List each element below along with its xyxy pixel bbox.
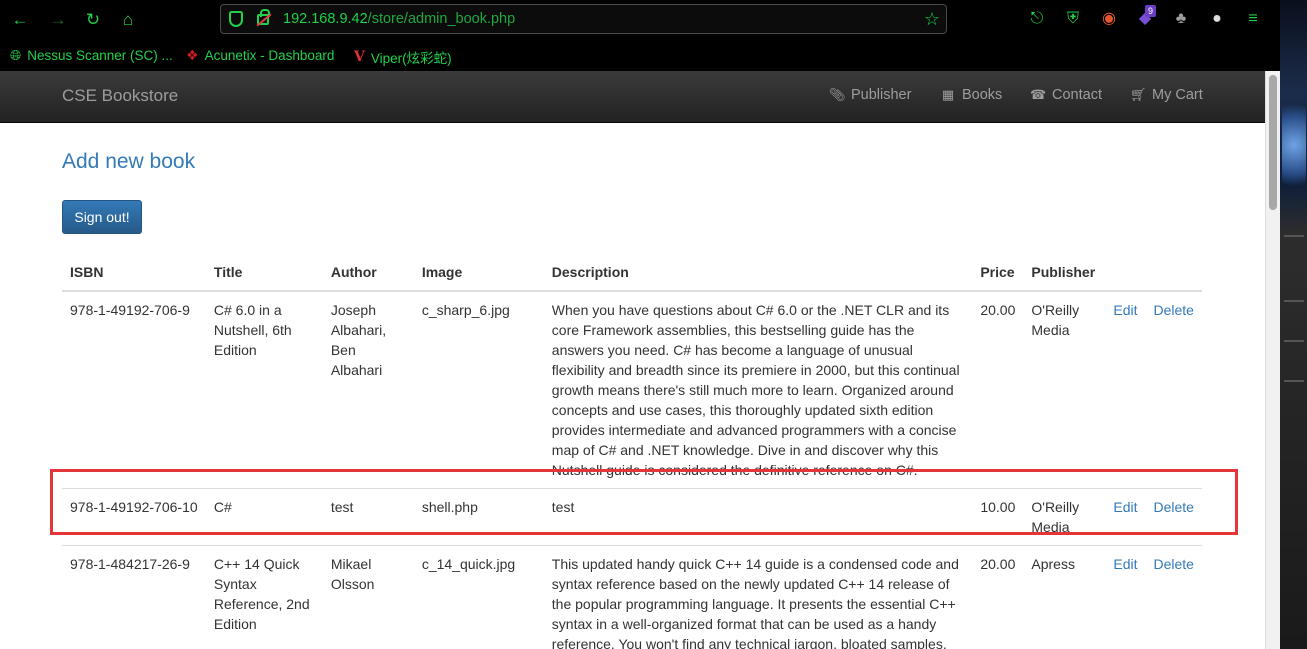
edit-link[interactable]: Edit [1113, 556, 1137, 572]
bookmark-label: Acunetix - Dashboard [204, 48, 335, 63]
phone-icon: ☎ [1030, 87, 1047, 102]
header-title: Title [205, 253, 323, 292]
signout-button[interactable]: Sign out! [62, 200, 142, 234]
bookmark-nessus[interactable]: 🌐︎ Nessus Scanner (SC) ... [10, 47, 173, 64]
url-path: /store/admin_book.php [367, 11, 516, 27]
books-table: ISBN Title Author Image Description Pric… [62, 253, 1202, 649]
shield-check-icon[interactable]: ⛨ [1061, 7, 1085, 31]
cell-price: 20.00 [972, 545, 1024, 649]
page-scrollbar[interactable] [1265, 71, 1280, 649]
cell-description: This updated handy quick C++ 14 guide is… [543, 545, 973, 649]
bookmark-star-icon[interactable]: ☆ [924, 8, 940, 30]
header-image: Image [413, 253, 544, 292]
acunetix-icon: ❖ [186, 47, 199, 63]
table-header-row: ISBN Title Author Image Description Pric… [62, 253, 1202, 292]
header-isbn: ISBN [62, 253, 206, 292]
cell-title: C# [205, 488, 323, 546]
scrollbar-thumb[interactable] [1269, 75, 1277, 210]
header-price: Price [972, 253, 1024, 292]
nav-label: My Cart [1152, 87, 1203, 103]
cell-author: Mikael Olsson [322, 545, 414, 649]
nav-contact[interactable]: ☎ Contact [1030, 87, 1102, 103]
edit-link[interactable]: Edit [1113, 302, 1137, 318]
cell-publisher: Apress [1023, 545, 1106, 649]
cart-icon: 🛒︎ [1130, 87, 1147, 102]
header-author: Author [322, 253, 414, 292]
header-publisher: Publisher [1023, 253, 1106, 292]
nav-cart[interactable]: 🛒︎ My Cart [1130, 87, 1203, 103]
home-icon[interactable]: ⌂ [116, 8, 140, 32]
fox-extension-icon[interactable]: ◉ [1097, 7, 1121, 31]
delete-link[interactable]: Delete [1153, 302, 1193, 318]
nav-label: Contact [1052, 87, 1102, 103]
desktop-divider [1284, 340, 1304, 342]
bookmarks-bar: 🌐︎ Nessus Scanner (SC) ... ❖ Acunetix - … [0, 38, 1280, 71]
viper-icon: V [354, 49, 365, 65]
puzzle-extension-icon[interactable]: ♣ [1169, 7, 1193, 31]
cell-price: 20.00 [980, 302, 1016, 318]
cell-image: c_sharp_6.jpg [421, 302, 510, 318]
cell-publisher: O'Reilly Media [1031, 302, 1080, 338]
reload-icon[interactable]: ↻ [81, 8, 105, 32]
bookmark-label: Nessus Scanner (SC) ... [27, 48, 173, 63]
table-row: 978-1-484217-26-9 C++ 14 Quick Syntax Re… [62, 545, 1202, 649]
bookmark-acunetix[interactable]: ❖ Acunetix - Dashboard [186, 47, 334, 64]
back-arrow-icon[interactable]: ← [8, 8, 32, 32]
cell-description: test [543, 488, 973, 546]
cell-isbn: 978-1-484217-26-9 [62, 545, 206, 649]
header-description: Description [543, 253, 973, 292]
header-delete [1145, 253, 1202, 292]
nav-books[interactable]: ▦ Books [940, 87, 1002, 103]
address-bar[interactable]: 192.168.9.42/store/admin_book.php ☆ [220, 4, 947, 34]
browser-toolbar: ← → ↻ ⌂ 192.168.9.42/store/admin_book.ph… [0, 0, 1280, 38]
tracking-shield-icon[interactable] [229, 11, 243, 27]
desktop-divider [1284, 380, 1304, 382]
cell-image: c_14_quick.jpg [413, 545, 544, 649]
pocket-save-icon[interactable]: ⎋ [1025, 7, 1049, 31]
nav-label: Books [962, 87, 1003, 103]
table-row: 978-1-49192-706-9 C# 6.0 in a Nutshell, … [62, 291, 1202, 489]
cell-isbn: 978-1-49192-706-10 [62, 488, 206, 546]
delete-link[interactable]: Delete [1153, 556, 1193, 572]
bookmark-label: Viper(炫彩蛇) [370, 51, 452, 66]
delete-link[interactable]: Delete [1153, 499, 1193, 515]
cell-image: shell.php [413, 488, 544, 546]
url-text[interactable]: 192.168.9.42/store/admin_book.php [283, 11, 515, 27]
insecure-lock-icon[interactable] [257, 9, 270, 25]
menu-icon[interactable]: ≡ [1241, 7, 1265, 31]
header-edit [1105, 253, 1146, 292]
book-icon: ▦ [941, 87, 955, 102]
forward-arrow-icon[interactable]: → [46, 8, 70, 32]
page-title: Add new book [62, 150, 196, 173]
table-row: 978-1-49192-706-10 C# test shell.php tes… [62, 488, 1202, 546]
cell-price: 10.00 [972, 488, 1024, 546]
cell-description: When you have questions about C# 6.0 or … [551, 302, 960, 478]
desktop-divider [1284, 235, 1304, 237]
desktop-wallpaper-glow [1282, 95, 1306, 195]
cell-isbn: 978-1-49192-706-9 [70, 302, 190, 318]
cell-author: test [322, 488, 414, 546]
site-navbar: CSE Bookstore 📎︎ Publisher ▦ Books ☎ Contac… [0, 71, 1265, 123]
edit-link[interactable]: Edit [1113, 499, 1137, 515]
cell-author: Joseph Albahari, Ben Albahari [330, 302, 387, 378]
globe-icon: 🌐︎ [10, 47, 22, 63]
nav-publisher[interactable]: 📎︎ Publisher [829, 87, 911, 103]
cell-title: C# 6.0 in a Nutshell, 6th Edition [213, 302, 292, 358]
extension-badge: 9 [1145, 5, 1157, 17]
cell-title: C++ 14 Quick Syntax Reference, 2nd Editi… [205, 545, 323, 649]
circle-extension-icon[interactable]: ● [1205, 7, 1229, 31]
nav-label: Publisher [851, 87, 912, 103]
bookmark-viper[interactable]: V Viper(炫彩蛇) [354, 47, 452, 67]
desktop-background [1280, 0, 1307, 649]
cell-publisher: O'Reilly Media [1023, 488, 1106, 546]
desktop-divider [1284, 300, 1304, 302]
url-host: 192.168.9.42 [283, 11, 368, 27]
brand-link[interactable]: CSE Bookstore [62, 86, 178, 106]
paperclip-icon: 📎︎ [829, 87, 846, 102]
